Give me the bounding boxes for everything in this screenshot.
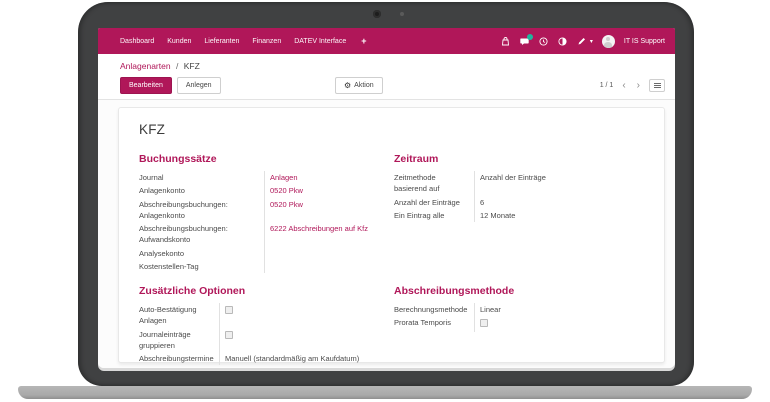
section-title: Zeitraum: [394, 153, 644, 165]
pager-controls: 1 / 1 ‹ ›: [600, 79, 665, 92]
webcam-icon: [373, 10, 381, 18]
nav-item-kunden[interactable]: Kunden: [167, 38, 191, 45]
content-area: KFZ Buchungssätze JournalAnlagen Anlagen…: [98, 100, 675, 368]
list-view-button[interactable]: [649, 79, 665, 92]
pager-counter: 1 / 1: [600, 82, 614, 89]
section-zusaetzliche-optionen: Zusätzliche Optionen Auto-Bestätigung An…: [139, 285, 394, 365]
form-groups: Buchungssätze JournalAnlagen Anlagenkont…: [139, 141, 644, 365]
chat-icon[interactable]: [520, 36, 530, 46]
section-title: Abschreibungsmethode: [394, 285, 644, 297]
main-nav: Dashboard Kunden Lieferanten Finanzen DA…: [120, 36, 367, 46]
field-label-anzahl-eintraege: Anzahl der Einträge: [394, 196, 474, 209]
field-label-journaleintraege-gruppieren: Journaleinträge gruppieren: [139, 328, 219, 353]
section-title: Buchungssätze: [139, 153, 394, 165]
avatar[interactable]: [602, 35, 615, 48]
breadcrumb-parent[interactable]: Anlagenarten: [120, 61, 171, 71]
record-title: KFZ: [139, 122, 644, 137]
section-abschreibungsmethode: Abschreibungsmethode BerechnungsmethodeL…: [394, 285, 644, 365]
auto-bestaetigung-checkbox[interactable]: [225, 306, 233, 314]
webcam-led-icon: [400, 12, 404, 16]
field-value-eintrag-alle[interactable]: 12 Monate: [474, 209, 644, 222]
field-label-abschreibung-aufwandskonto: Abschreibungsbuchungen: Aufwandskonto: [139, 222, 264, 247]
action-button-label: Aktion: [354, 82, 373, 89]
field-value-berechnungsmethode[interactable]: Linear: [474, 303, 644, 316]
nav-item-lieferanten[interactable]: Lieferanten: [204, 38, 239, 45]
field-value-zeitmethode[interactable]: Anzahl der Einträge: [474, 171, 644, 196]
field-label-journal: Journal: [139, 171, 264, 184]
app-window: Dashboard Kunden Lieferanten Finanzen DA…: [98, 28, 675, 368]
section-buchungssaetze: Buchungssätze JournalAnlagen Anlagenkont…: [139, 153, 394, 273]
section-zeitraum: Zeitraum Zeitmethode basierend aufAnzahl…: [394, 153, 644, 273]
laptop-base: [18, 386, 752, 399]
action-button[interactable]: ⚙ Aktion: [335, 77, 383, 94]
field-value-anzahl-eintraege[interactable]: 6: [474, 196, 644, 209]
contrast-icon[interactable]: [558, 36, 568, 46]
field-label-prorata-temporis: Prorata Temporis: [394, 316, 474, 331]
field-value-abschreibung-aufwandskonto[interactable]: 6222 Abschreibungen auf Kfz: [264, 222, 394, 247]
field-label-berechnungsmethode: Berechnungsmethode: [394, 303, 474, 316]
control-panel: Bearbeiten Anlegen ⚙ Aktion 1 / 1 ‹ ›: [98, 73, 675, 100]
field-label-eintrag-alle: Ein Eintrag alle: [394, 209, 474, 222]
caret-down-icon[interactable]: ▾: [590, 38, 593, 45]
field-value-abschreibung-anlagenkonto[interactable]: 0520 Pkw: [264, 198, 394, 223]
clock-icon[interactable]: [539, 36, 549, 46]
nav-add-icon[interactable]: +: [361, 36, 366, 46]
nav-item-finanzen[interactable]: Finanzen: [252, 38, 281, 45]
field-value-kostenstellen-tag[interactable]: [264, 260, 394, 273]
nav-item-dashboard[interactable]: Dashboard: [120, 38, 154, 45]
breadcrumb: Anlagenarten / KFZ: [98, 54, 675, 73]
create-button[interactable]: Anlegen: [177, 77, 221, 94]
bag-icon[interactable]: [501, 36, 511, 46]
breadcrumb-current: KFZ: [184, 61, 200, 71]
edit-icon[interactable]: [577, 36, 587, 46]
field-label-auto-bestaetigung: Auto-Bestätigung Anlagen: [139, 303, 219, 328]
journaleintraege-gruppieren-checkbox[interactable]: [225, 331, 233, 339]
field-label-analysekonto: Analysekonto: [139, 247, 264, 260]
field-label-abschreibungstermine: Abschreibungstermine: [139, 352, 219, 365]
user-name[interactable]: IT IS Support: [624, 38, 665, 45]
field-label-anlagenkonto: Anlagenkonto: [139, 184, 264, 197]
list-icon: [654, 83, 661, 88]
notification-badge: [527, 34, 533, 40]
laptop-mockup: Dashboard Kunden Lieferanten Finanzen DA…: [0, 0, 770, 402]
app-header: Dashboard Kunden Lieferanten Finanzen DA…: [98, 28, 675, 54]
field-label-kostenstellen-tag: Kostenstellen-Tag: [139, 260, 264, 273]
header-actions: ▾ IT IS Support: [501, 35, 665, 48]
nav-item-datev-interface[interactable]: DATEV Interface: [294, 38, 346, 45]
prorata-temporis-checkbox[interactable]: [480, 319, 488, 327]
field-label-zeitmethode: Zeitmethode basierend auf: [394, 171, 474, 196]
field-value-abschreibungstermine[interactable]: Manuell (standardmäßig am Kaufdatum): [219, 352, 394, 365]
field-value-analysekonto[interactable]: [264, 247, 394, 260]
field-value-journal[interactable]: Anlagen: [264, 171, 394, 184]
field-label-abschreibung-anlagenkonto: Abschreibungsbuchungen: Anlagenkonto: [139, 198, 264, 223]
field-value-anlagenkonto[interactable]: 0520 Pkw: [264, 184, 394, 197]
section-title: Zusätzliche Optionen: [139, 285, 394, 297]
edit-button[interactable]: Bearbeiten: [120, 77, 172, 94]
form-sheet: KFZ Buchungssätze JournalAnlagen Anlagen…: [118, 107, 665, 363]
breadcrumb-separator: /: [176, 61, 178, 71]
